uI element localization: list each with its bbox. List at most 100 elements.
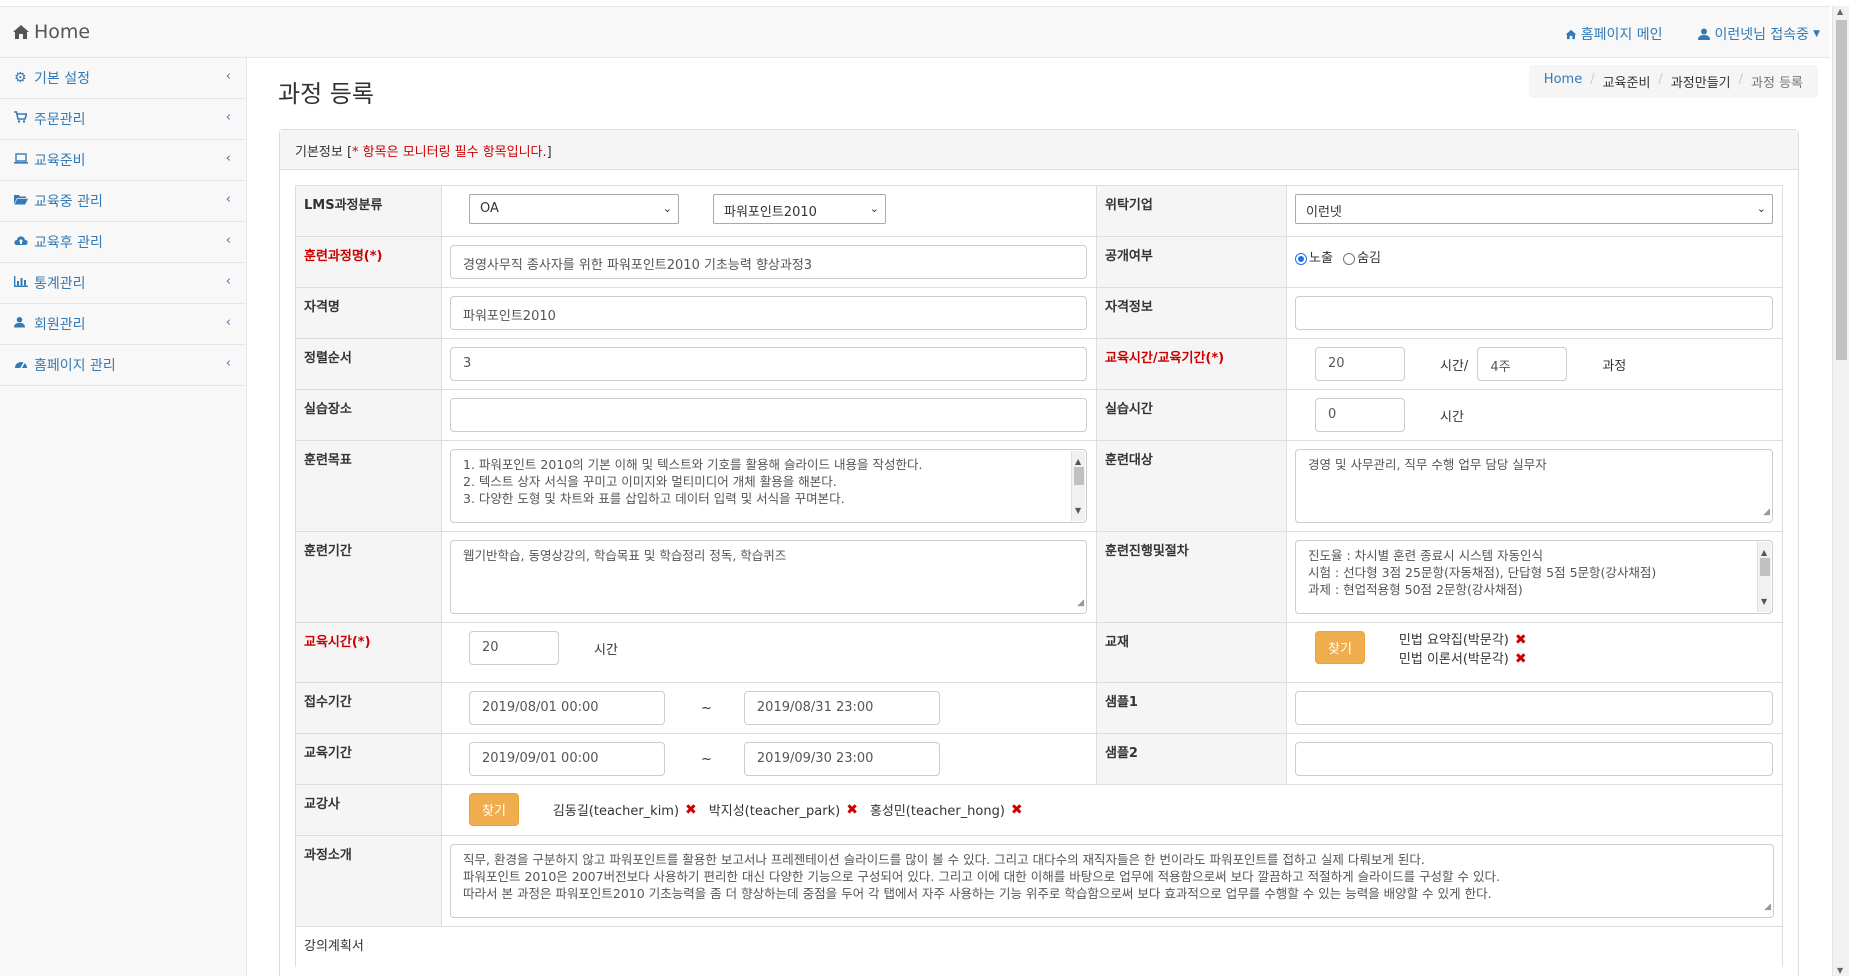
intro-line: 파워포인트 2010은 2007버전보다 사용하기 편리한 대신 다양한 기능으… bbox=[463, 869, 1500, 884]
target-textarea[interactable]: 경영 및 사무관리, 직무 수행 업무 담당 실무자 ◢ bbox=[1295, 449, 1773, 523]
lms-category-1-select[interactable]: OA ⌄ bbox=[469, 194, 679, 224]
sidebar-item-edu-prep[interactable]: 교육준비 ‹ bbox=[0, 140, 246, 181]
chevron-down-icon: ⌄ bbox=[1756, 202, 1766, 215]
course-name-input[interactable]: 경영사무직 종사자를 위한 파워포인트2010 기초능력 향상과정3 bbox=[450, 245, 1087, 279]
remove-x-icon[interactable]: ✖ bbox=[1011, 802, 1023, 818]
consign-company-label: 위탁기업 bbox=[1096, 185, 1287, 237]
cert-name-input[interactable]: 파워포인트2010 bbox=[450, 296, 1087, 330]
homepage-main-link[interactable]: 홈페이지 메인 bbox=[1565, 24, 1662, 44]
sample2-input[interactable] bbox=[1295, 742, 1773, 776]
dashboard-icon bbox=[14, 357, 30, 373]
gears-icon: ⚙ bbox=[14, 70, 27, 86]
procedure-textarea[interactable]: 진도율 : 차시별 훈련 종료시 시스템 자동인식 시험 : 선다형 3점 25… bbox=[1295, 540, 1773, 614]
caret-down-icon: ▼ bbox=[1813, 29, 1820, 39]
sidebar-item-after-edu[interactable]: 교육후 관리 ‹ bbox=[0, 222, 246, 263]
procedure-line: 시험 : 선다형 3점 25문항(자동채점), 단답형 5점 5문항(강사채점) bbox=[1308, 565, 1657, 580]
resize-grip-icon[interactable]: ◢ bbox=[1763, 504, 1770, 521]
sidebar-item-statistics[interactable]: 통계관리 ‹ bbox=[0, 263, 246, 304]
scrollbar-thumb[interactable] bbox=[1760, 558, 1770, 576]
public-show-radio[interactable]: 노출 bbox=[1295, 251, 1333, 266]
remove-x-icon[interactable]: ✖ bbox=[1515, 651, 1527, 667]
edu-period-label: 교육기간 bbox=[295, 733, 442, 785]
intro-textarea[interactable]: 직무, 환경을 구분하지 않고 파워포인트를 활용한 보고서나 프레젠테이션 슬… bbox=[450, 844, 1774, 918]
scrollbar-thumb[interactable] bbox=[1836, 20, 1847, 360]
period-textarea[interactable]: 웹기반학습, 동영상강의, 학습목표 및 학습정리 정독, 학습퀴즈 ◢ bbox=[450, 540, 1087, 614]
panel-heading-suffix: ] bbox=[546, 145, 552, 160]
remove-x-icon[interactable]: ✖ bbox=[846, 802, 858, 818]
lms-category-2-select[interactable]: 파워포인트2010 ⌄ bbox=[713, 194, 886, 224]
chevron-left-icon: ‹ bbox=[225, 151, 231, 166]
instructor-find-button[interactable]: 찾기 bbox=[469, 793, 519, 826]
public-hide-radio[interactable]: 숨김 bbox=[1343, 251, 1381, 266]
goal-label: 훈련목표 bbox=[295, 440, 442, 532]
basic-info-panel: 기본정보 [* 항목은 모니터링 필수 항목입니다.] LMS과정분류 OA ⌄… bbox=[279, 129, 1799, 976]
consign-company-value: 이런넷 bbox=[1306, 205, 1342, 220]
cloud-upload-icon bbox=[14, 234, 30, 250]
scroll-up-icon[interactable]: ▲ bbox=[1837, 7, 1843, 16]
practice-time-unit: 시간 bbox=[1440, 409, 1464, 425]
breadcrumb-home-link[interactable]: Home bbox=[1544, 72, 1582, 91]
breadcrumb-item[interactable]: 교육준비 bbox=[1603, 72, 1651, 91]
sidebar-item-label: 교육후 관리 bbox=[34, 235, 103, 251]
resize-grip-icon[interactable]: ◢ bbox=[1764, 899, 1771, 916]
scroll-down-icon[interactable]: ▼ bbox=[1837, 966, 1843, 975]
sidebar-item-homepage[interactable]: 홈페이지 관리 ‹ bbox=[0, 345, 246, 386]
target-label: 훈련대상 bbox=[1096, 440, 1287, 532]
sidebar-item-label: 교육준비 bbox=[34, 153, 86, 169]
user-menu-dropdown[interactable]: 이런넷님 접속중 ▼ bbox=[1698, 24, 1820, 44]
remove-x-icon[interactable]: ✖ bbox=[685, 802, 697, 818]
lms-category-1-value: OA bbox=[480, 201, 499, 216]
sidebar-item-basic-settings[interactable]: ⚙ 기본 설정 ‹ bbox=[0, 58, 246, 99]
procedure-line: 진도율 : 차시별 훈련 종료시 시스템 자동인식 bbox=[1308, 548, 1544, 563]
edu-time-period-label: 교육시간/교육기간(*) bbox=[1096, 338, 1287, 390]
edu-time-label: 교육시간(*) bbox=[295, 622, 442, 683]
goal-line: 3. 다양한 도형 및 차트와 표를 삽입하고 데이터 입력 및 서식을 꾸며본… bbox=[463, 491, 845, 506]
period-label: 훈련기간 bbox=[295, 531, 442, 623]
practice-place-input[interactable] bbox=[450, 398, 1087, 432]
intro-line: 직무, 환경을 구분하지 않고 파워포인트를 활용한 보고서나 프레젠테이션 슬… bbox=[463, 852, 1425, 867]
edu-weeks-input[interactable]: 4주 bbox=[1477, 347, 1568, 381]
cert-info-input[interactable] bbox=[1295, 296, 1773, 330]
resize-grip-icon[interactable]: ◢ bbox=[1077, 595, 1084, 612]
edu-time-unit: 시간 bbox=[594, 642, 618, 658]
edu-time-input[interactable]: 20 bbox=[469, 631, 559, 665]
practice-time-input[interactable]: 0 bbox=[1315, 398, 1405, 432]
sidebar-item-orders[interactable]: 주문관리 ‹ bbox=[0, 99, 246, 140]
textbook-item: 민법 이론서(박문각) bbox=[1398, 652, 1509, 667]
user-menu-label: 이런넷님 접속중 bbox=[1714, 27, 1810, 43]
folder-open-icon bbox=[14, 193, 30, 209]
radio-unchecked bbox=[1343, 252, 1356, 265]
breadcrumb-item[interactable]: 과정만들기 bbox=[1671, 72, 1731, 91]
edu-end-input[interactable]: 2019/09/30 23:00 bbox=[743, 742, 940, 776]
sample1-input[interactable] bbox=[1295, 691, 1773, 725]
sort-order-input[interactable]: 3 bbox=[450, 347, 1087, 381]
procedure-label: 훈련진행및절차 bbox=[1096, 531, 1287, 623]
textbook-find-button[interactable]: 찾기 bbox=[1315, 631, 1365, 664]
page-title: 과정 등록 bbox=[278, 80, 374, 108]
remove-x-icon[interactable]: ✖ bbox=[1515, 632, 1527, 648]
goal-textarea[interactable]: 1. 파워포인트 2010의 기본 이해 및 텍스트와 기호를 활용해 슬라이드… bbox=[450, 449, 1087, 523]
chevron-left-icon: ‹ bbox=[225, 192, 231, 207]
edu-hours-input[interactable]: 20 bbox=[1315, 347, 1405, 381]
cart-icon bbox=[14, 111, 30, 127]
scroll-down-icon: ▼ bbox=[1075, 506, 1082, 515]
range-tilde: ~ bbox=[701, 700, 712, 716]
apply-start-input[interactable]: 2019/08/01 00:00 bbox=[469, 691, 665, 725]
textarea-scrollbar[interactable]: ▲ ▼ bbox=[1071, 451, 1085, 521]
required-notice: * 항목은 모니터링 필수 항목입니다. bbox=[352, 145, 547, 160]
sidebar-item-during-edu[interactable]: 교육중 관리 ‹ bbox=[0, 181, 246, 222]
apply-end-input[interactable]: 2019/08/31 23:00 bbox=[743, 691, 940, 725]
course-name-label: 훈련과정명(*) bbox=[295, 236, 442, 288]
consign-company-select[interactable]: 이런넷 ⌄ bbox=[1295, 194, 1773, 224]
scrollbar-thumb[interactable] bbox=[1074, 467, 1084, 485]
textbook-label: 교재 bbox=[1096, 622, 1287, 683]
edu-start-input[interactable]: 2019/09/01 00:00 bbox=[469, 742, 665, 776]
chevron-down-icon: ⌄ bbox=[869, 202, 879, 215]
page-scrollbar[interactable]: ▲ ▼ bbox=[1832, 6, 1849, 976]
chevron-left-icon: ‹ bbox=[225, 110, 231, 125]
home-brand-link[interactable]: Home bbox=[12, 21, 90, 43]
breadcrumb-separator: / bbox=[1658, 72, 1663, 87]
sidebar-item-members[interactable]: 회원관리 ‹ bbox=[0, 304, 246, 345]
hours-unit-text: 시간/ bbox=[1440, 358, 1469, 374]
textarea-scrollbar[interactable]: ▲ ▼ bbox=[1757, 542, 1771, 612]
